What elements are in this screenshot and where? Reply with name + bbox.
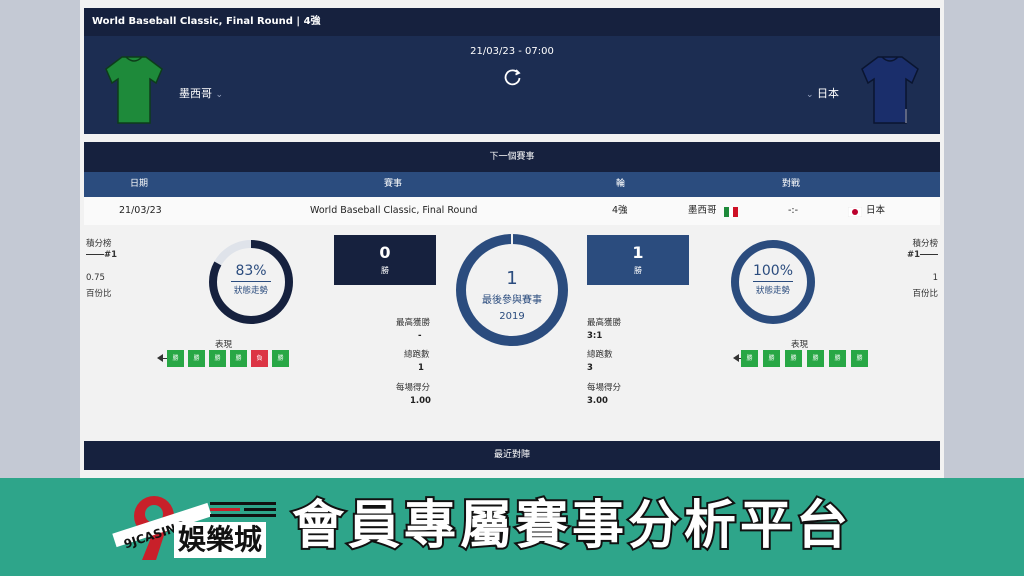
chevron-down-icon: ⌄ <box>215 90 224 100</box>
row-away-team: 日本 <box>866 205 886 216</box>
home-form-5[interactable]: 負 <box>251 350 268 367</box>
home-team-selector[interactable]: 墨西哥 ⌄ <box>179 85 223 101</box>
row-event: World Baseball Classic, Final Round <box>310 205 478 216</box>
away-wins-label: 勝 <box>634 266 642 275</box>
away-biggest-win-label: 最高獲勝 <box>587 318 622 328</box>
center-count: 1 <box>506 268 518 289</box>
home-total-runs-label: 總跑數 <box>404 350 430 360</box>
home-pct-value: 0.75 <box>86 273 105 283</box>
center-year: 2019 <box>499 311 525 322</box>
away-biggest-win: 3:1 <box>587 331 603 341</box>
home-team-name: 墨西哥 <box>179 87 212 100</box>
center-ring-text: 1 最後參與賽事 2019 <box>465 268 559 322</box>
row-date: 21/03/23 <box>119 205 162 216</box>
away-form-2[interactable]: 勝 <box>763 350 780 367</box>
chevron-down-icon: ⌄ <box>806 90 814 100</box>
home-standing-label: 積分榜 <box>86 239 112 249</box>
col-event: 賽事 <box>384 179 403 189</box>
away-per-game: 3.00 <box>587 396 608 406</box>
home-per-game-label: 每場得分 <box>396 383 431 393</box>
home-rank: #1 <box>86 250 117 260</box>
away-pct-value: 1 <box>932 273 938 283</box>
away-form-label: 狀態走勢 <box>755 286 790 296</box>
mexico-flag-icon <box>724 207 738 217</box>
banner-slogan: 會員專屬賽事分析平台 <box>290 494 853 558</box>
casino-logo[interactable]: 9JCASINO 娛樂城 <box>112 488 282 568</box>
row-score: -:- <box>788 205 799 216</box>
refresh-icon[interactable] <box>503 67 523 87</box>
home-shirt-icon <box>105 56 163 124</box>
casino-logo-sub: 娛樂城 <box>174 522 267 558</box>
match-header: World Baseball Classic, Final Round | 4強… <box>84 8 940 134</box>
next-event-columns: 日期 賽事 輪 對戰 <box>84 172 940 197</box>
next-event-row[interactable]: 21/03/23 World Baseball Classic, Final R… <box>84 197 940 225</box>
row-home-team: 墨西哥 <box>688 205 717 216</box>
center-label: 最後參與賽事 <box>482 295 542 306</box>
away-team-selector[interactable]: ⌄ 日本 <box>806 85 839 101</box>
away-performance-label: 表現 <box>791 340 809 350</box>
away-wins-box: 1 勝 <box>587 235 689 285</box>
home-biggest-win: - <box>418 331 422 341</box>
away-standing-label: 積分榜 <box>912 239 938 249</box>
away-form-4[interactable]: 勝 <box>807 350 824 367</box>
away-total-runs: 3 <box>587 363 593 373</box>
home-wins-label: 勝 <box>381 266 389 275</box>
home-pct-label: 百份比 <box>86 289 112 299</box>
home-performance-label: 表現 <box>215 340 233 350</box>
away-shirt-icon <box>861 56 919 124</box>
home-form-3[interactable]: 勝 <box>209 350 226 367</box>
home-form-text: 83% 狀態走勢 <box>215 263 287 296</box>
away-form-percent: 100% <box>752 263 794 279</box>
home-biggest-win-label: 最高獲勝 <box>396 318 431 328</box>
home-form-row: 勝 勝 勝 勝 負 勝 <box>157 350 293 368</box>
japan-flag-icon <box>848 207 862 217</box>
home-form-label: 狀態走勢 <box>233 286 268 296</box>
away-rank: #1 <box>907 250 938 260</box>
home-total-runs: 1 <box>418 363 424 373</box>
away-form-1[interactable]: 勝 <box>741 350 758 367</box>
away-wins: 1 <box>632 243 644 262</box>
away-form-3[interactable]: 勝 <box>785 350 802 367</box>
away-total-runs-label: 總跑數 <box>587 350 613 360</box>
home-wins-box: 0 勝 <box>334 235 436 285</box>
home-form-1[interactable]: 勝 <box>167 350 184 367</box>
away-form-5[interactable]: 勝 <box>829 350 846 367</box>
match-title: World Baseball Classic, Final Round | 4強 <box>84 8 940 36</box>
home-form-percent: 83% <box>235 263 267 279</box>
row-round: 4強 <box>612 205 628 216</box>
home-form-2[interactable]: 勝 <box>188 350 205 367</box>
home-per-game: 1.00 <box>410 396 431 406</box>
match-datetime: 21/03/23 - 07:00 <box>470 46 554 57</box>
away-form-6[interactable]: 勝 <box>851 350 868 367</box>
away-team-name: 日本 <box>817 87 840 100</box>
home-form-6[interactable]: 勝 <box>272 350 289 367</box>
home-form-4[interactable]: 勝 <box>230 350 247 367</box>
next-event-title: 下一個賽事 <box>84 142 940 172</box>
home-wins: 0 <box>379 243 391 262</box>
away-form-text: 100% 狀態走勢 <box>737 263 809 296</box>
away-pct-label: 百份比 <box>912 289 938 299</box>
col-date: 日期 <box>130 179 149 189</box>
away-per-game-label: 每場得分 <box>587 383 622 393</box>
col-matchup: 對戰 <box>782 179 801 189</box>
recent-matches-title: 最近對陣 <box>84 441 940 470</box>
col-round: 輪 <box>616 179 626 189</box>
away-form-row: 勝 勝 勝 勝 勝 勝 <box>733 350 869 368</box>
